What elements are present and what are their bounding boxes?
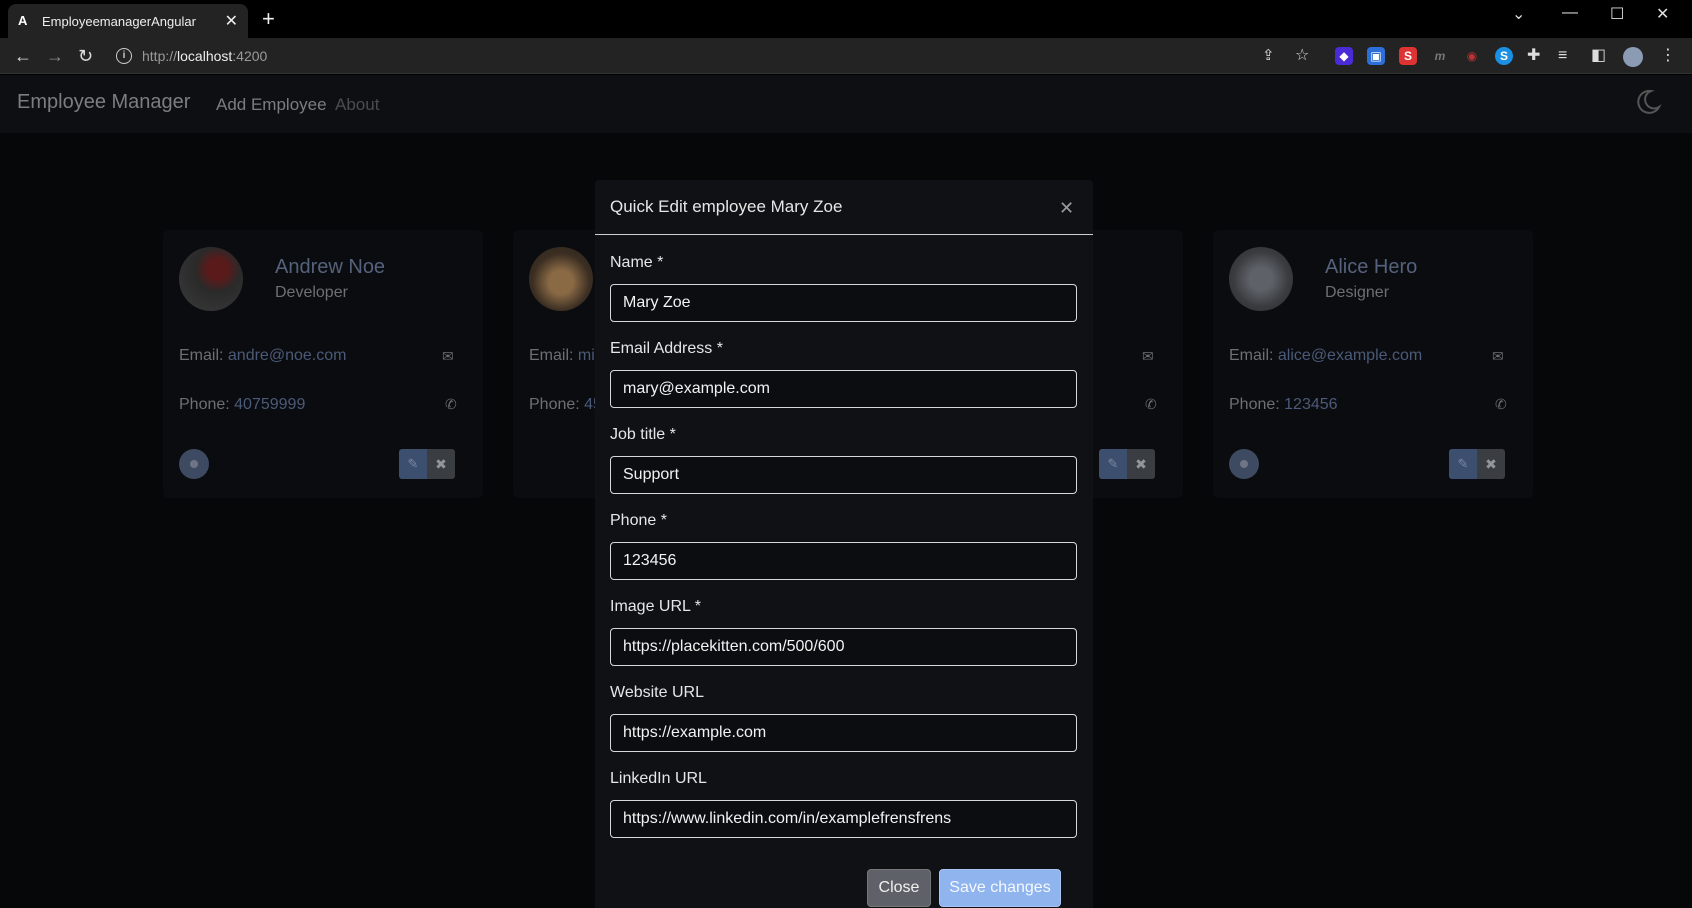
edit-pencil-button[interactable]: ✎ <box>1099 449 1127 479</box>
angular-favicon-icon: A <box>18 13 28 28</box>
phone-value[interactable]: 123456 <box>1284 396 1337 413</box>
delete-x-button[interactable]: ✖ <box>1477 449 1505 479</box>
forward-icon[interactable]: → <box>46 46 64 66</box>
dark-mode-moon-icon[interactable] <box>1632 87 1662 117</box>
email-row: Email: alice@example.com <box>1229 347 1422 365</box>
email-label: Email: <box>529 347 578 364</box>
bookmark-star-icon[interactable]: ☆ <box>1295 46 1309 66</box>
browser-menu-icon[interactable]: ⋮ <box>1660 46 1676 66</box>
app-navbar: Employee Manager Add Employee About <box>0 75 1692 133</box>
browser-tab[interactable]: A EmployeemanagerAngular ✕ <box>8 4 248 38</box>
phone-row: Phone: 123456 <box>1229 396 1338 414</box>
tab-search-icon[interactable]: ⌄ <box>1512 4 1525 24</box>
email-field[interactable] <box>610 370 1077 408</box>
website-url-label: Website URL <box>610 684 704 701</box>
phone-label: Phone: <box>529 396 585 413</box>
modal-header: Quick Edit employee Mary Zoe ✕ <box>595 180 1093 235</box>
envelope-icon: ✉ <box>1492 348 1504 364</box>
phone-label: Phone * <box>610 512 667 529</box>
email-value[interactable]: alice@example.com <box>1278 347 1422 364</box>
employee-name[interactable]: Alice Hero <box>1325 256 1417 279</box>
tab-close-icon[interactable]: ✕ <box>225 11 238 31</box>
extensions-puzzle-icon[interactable]: ✚ <box>1527 46 1540 66</box>
app-brand[interactable]: Employee Manager <box>17 91 190 114</box>
quick-edit-modal: Quick Edit employee Mary Zoe ✕ Name * Em… <box>595 180 1093 908</box>
nav-add-employee[interactable]: Add Employee <box>216 95 327 115</box>
extension-s-icon[interactable]: S <box>1399 47 1417 65</box>
job-title-field[interactable] <box>610 456 1077 494</box>
close-button[interactable]: Close <box>867 869 931 907</box>
phone-row: Phone: 40759999 <box>179 396 305 414</box>
profile-avatar-icon[interactable] <box>1623 47 1643 67</box>
employee-role: Designer <box>1325 284 1390 301</box>
minimize-icon[interactable]: — <box>1562 4 1578 22</box>
url-port: :4200 <box>232 48 268 64</box>
extension-m-icon[interactable]: m <box>1431 47 1449 65</box>
reading-list-icon[interactable]: ≡ <box>1558 46 1567 66</box>
linkedin-url-field[interactable] <box>610 800 1077 838</box>
app-page: Employee Manager Add Employee About Andr… <box>0 75 1692 908</box>
employee-card: Andrew Noe Developer Email: andre@noe.co… <box>163 230 483 498</box>
email-label: Email: <box>1229 347 1278 364</box>
avatar <box>529 247 593 311</box>
toggle-button[interactable] <box>1229 449 1259 479</box>
delete-x-button[interactable]: ✖ <box>1127 449 1155 479</box>
phone-icon: ✆ <box>1495 396 1507 412</box>
employee-name[interactable]: Andrew Noe <box>275 256 385 279</box>
nav-about[interactable]: About <box>335 95 379 115</box>
linkedin-url-label: LinkedIn URL <box>610 770 707 787</box>
window-close-icon[interactable]: ✕ <box>1656 4 1669 24</box>
address-bar[interactable]: i http://localhost:4200 <box>116 43 1276 69</box>
edit-pencil-button[interactable]: ✎ <box>399 449 427 479</box>
url-host: localhost <box>177 48 233 64</box>
modal-title: Quick Edit employee Mary Zoe <box>610 197 843 216</box>
envelope-icon: ✉ <box>442 348 454 364</box>
phone-icon: ✆ <box>1145 396 1157 412</box>
browser-toolbar: ← → ↻ i http://localhost:4200 ⇪ ☆ ◆ ▣ S … <box>0 38 1692 74</box>
back-icon[interactable]: ← <box>14 46 32 66</box>
name-label: Name * <box>610 254 664 271</box>
avatar <box>179 247 243 311</box>
reload-icon[interactable]: ↻ <box>78 46 93 66</box>
employee-card: Alice Hero Designer Email: alice@example… <box>1213 230 1533 498</box>
name-field[interactable] <box>610 284 1077 322</box>
extension-translate-icon[interactable]: ▣ <box>1367 47 1385 65</box>
email-label: Email: <box>179 347 228 364</box>
phone-icon: ✆ <box>445 396 457 412</box>
email-row: Email: mil <box>529 347 598 365</box>
extension-red-icon[interactable]: ◉ <box>1463 47 1481 65</box>
browser-tabstrip: A EmployeemanagerAngular ✕ + ⌄ — ☐ ✕ <box>0 0 1692 38</box>
extension-blue-icon[interactable]: S <box>1495 47 1513 65</box>
email-label: Email Address * <box>610 340 723 357</box>
phone-field[interactable] <box>610 542 1077 580</box>
tab-title: EmployeemanagerAngular <box>42 13 196 29</box>
website-url-field[interactable] <box>610 714 1077 752</box>
site-info-icon[interactable]: i <box>116 48 132 64</box>
modal-close-icon[interactable]: ✕ <box>1059 198 1074 218</box>
save-changes-button[interactable]: Save changes <box>939 869 1061 907</box>
share-icon[interactable]: ⇪ <box>1262 46 1275 66</box>
phone-label: Phone: <box>1229 396 1285 413</box>
url-scheme: http:// <box>142 48 178 64</box>
image-url-field[interactable] <box>610 628 1077 666</box>
envelope-icon: ✉ <box>1142 348 1154 364</box>
toggle-button[interactable] <box>179 449 209 479</box>
edit-pencil-button[interactable]: ✎ <box>1449 449 1477 479</box>
side-panel-icon[interactable]: ◧ <box>1591 46 1606 66</box>
email-value[interactable]: andre@noe.com <box>228 347 347 364</box>
delete-x-button[interactable]: ✖ <box>427 449 455 479</box>
maximize-icon[interactable]: ☐ <box>1610 4 1624 24</box>
job-title-label: Job title * <box>610 426 676 443</box>
avatar <box>1229 247 1293 311</box>
phone-label: Phone: <box>179 396 235 413</box>
new-tab-icon[interactable]: + <box>262 8 275 30</box>
email-row: Email: andre@noe.com <box>179 347 346 365</box>
extension-purple-icon[interactable]: ◆ <box>1335 47 1353 65</box>
phone-value[interactable]: 40759999 <box>234 396 305 413</box>
image-url-label: Image URL * <box>610 598 701 615</box>
employee-role: Developer <box>275 284 348 301</box>
phone-row: Phone: 45 <box>529 396 602 414</box>
